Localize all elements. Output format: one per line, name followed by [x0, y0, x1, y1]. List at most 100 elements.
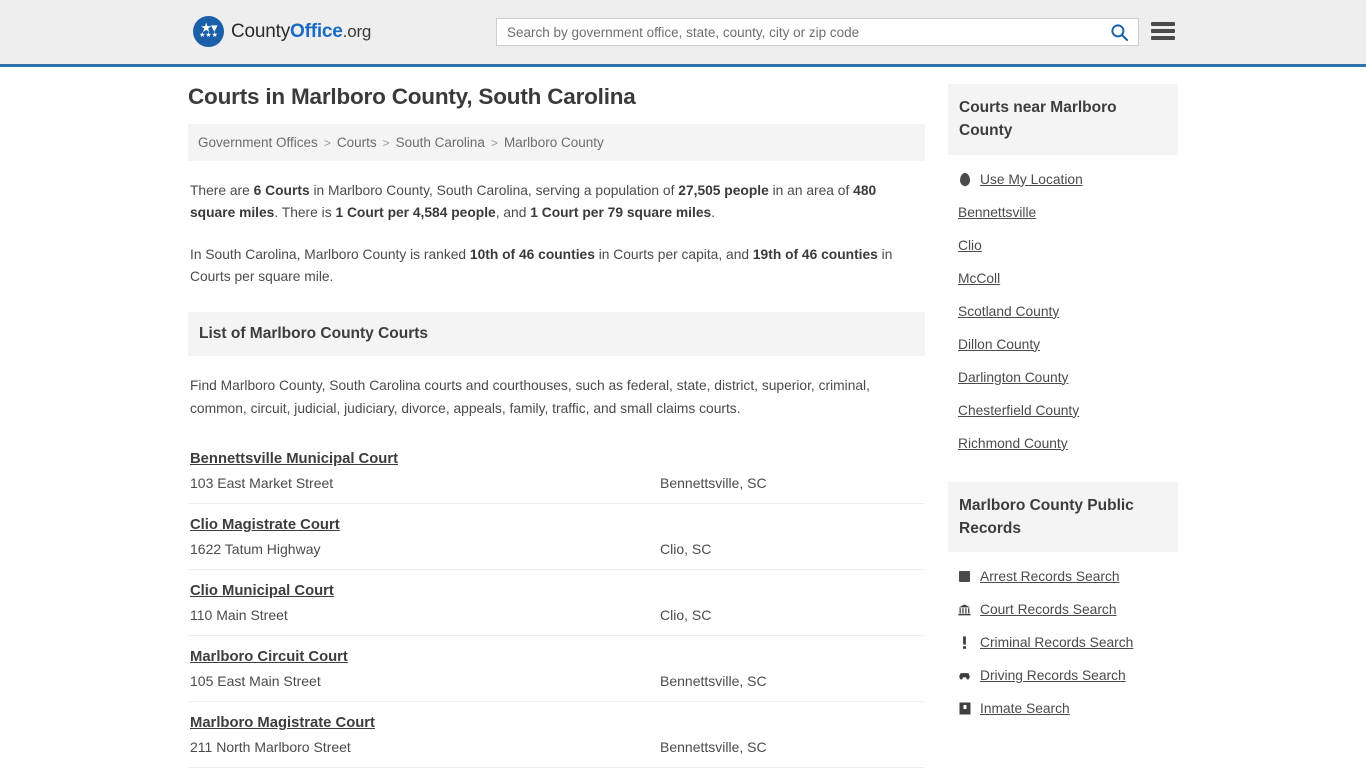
brand-part-org: .org	[342, 21, 372, 41]
sidebar-item-mccoll[interactable]: McColl	[950, 262, 1176, 295]
nearby-item-label: Use My Location	[980, 171, 1083, 187]
nearby-item-label: McColl	[958, 270, 1001, 286]
court-city: Bennettsville, SC	[660, 475, 767, 492]
public-record-label: Arrest Records Search	[980, 569, 1120, 584]
intro-text-block: There are 6 Courts in Marlboro County, S…	[188, 180, 925, 288]
public-record-label: Driving Records Search	[980, 668, 1126, 683]
court-meta: 110 Main Street Clio, SC	[190, 607, 923, 623]
public-records-panel: Marlboro County Public Records Arrest Re…	[948, 481, 1178, 726]
search-input[interactable]	[497, 19, 1100, 45]
breadcrumb-item-south-carolina[interactable]: South Carolina	[396, 135, 485, 150]
brand-part-county: County	[231, 20, 291, 42]
eagle-logo-icon: ★▾ ★★★	[193, 16, 224, 47]
sidebar-item-chesterfield-county[interactable]: Chesterfield County	[950, 394, 1176, 427]
page-body: Courts in Marlboro County, South Carolin…	[0, 67, 1366, 768]
court-address: 110 Main Street	[190, 607, 288, 624]
car-icon	[958, 670, 971, 681]
intro-frag: .	[711, 205, 716, 221]
breadcrumb: Government Offices > Courts > South Carolina…	[188, 124, 925, 161]
intro-frag: . There is	[274, 205, 336, 221]
main-column: Courts in Marlboro County, South Carolin…	[188, 84, 925, 768]
site-header: ★▾ ★★★ CountyOffice.org	[0, 0, 1366, 67]
page-title: Courts in Marlboro County, South Carolin…	[188, 84, 636, 109]
court-name-link[interactable]: Clio Municipal Court	[190, 583, 334, 599]
court-records-search-link[interactable]: Court Records Search	[950, 593, 1176, 626]
sidebar-item-scotland-county[interactable]: Scotland County	[950, 295, 1176, 328]
breadcrumb-item-courts[interactable]: Courts	[337, 135, 377, 150]
nearby-item-label: Clio	[958, 237, 982, 253]
court-meta: 211 North Marlboro Street Bennettsville,…	[190, 739, 923, 755]
nearby-item-label: Bennettsville	[958, 204, 1037, 220]
intro-frag: In South Carolina, Marlboro County is ra…	[190, 246, 470, 262]
intro-frag: in Marlboro County, South Carolina, serv…	[309, 183, 679, 198]
sidebar-item-bennettsville[interactable]: Bennettsville	[950, 196, 1176, 229]
search-icon	[1110, 23, 1128, 41]
court-city: Bennettsville, SC	[660, 673, 767, 690]
public-record-label: Court Records Search	[980, 602, 1117, 617]
table-row: Marlboro Magistrate Court 211 North Marl…	[188, 702, 925, 768]
court-address: 105 East Main Street	[190, 673, 321, 690]
breadcrumb-separator-icon: >	[490, 136, 498, 150]
court-list: Bennettsville Municipal Court 103 East M…	[188, 438, 925, 768]
stat-court-count: 6 Courts	[253, 183, 310, 198]
list-section-heading: List of Marlboro County Courts	[188, 312, 925, 357]
hamburger-bar-1	[1151, 22, 1175, 26]
sidebar-item-darlington-county[interactable]: Darlington County	[950, 361, 1176, 394]
use-my-location-link[interactable]: Use My Location	[950, 163, 1176, 196]
court-name-link[interactable]: Bennettsville Municipal Court	[190, 451, 398, 467]
breadcrumb-item-government-offices[interactable]: Government Offices	[198, 135, 318, 150]
stat-per-capita: 1 Court per 4,584 people	[335, 205, 496, 221]
table-row: Clio Magistrate Court 1622 Tatum Highway…	[188, 504, 925, 571]
court-meta: 103 East Market Street Bennettsville, SC	[190, 475, 923, 491]
search-bar	[496, 18, 1139, 46]
table-row: Bennettsville Municipal Court 103 East M…	[188, 438, 925, 505]
stat-per-sq-mile: 1 Court per 79 square miles	[530, 205, 712, 221]
breadcrumb-separator-icon: >	[382, 136, 390, 150]
nearby-item-label: Darlington County	[958, 369, 1069, 385]
brand-wordmark: CountyOffice.org	[231, 21, 371, 43]
court-city: Clio, SC	[660, 607, 712, 624]
content-container: Courts in Marlboro County, South Carolin…	[188, 84, 1178, 768]
intro-paragraph-ranking: In South Carolina, Marlboro County is ra…	[190, 244, 923, 289]
table-row: Marlboro Circuit Court 105 East Main Str…	[188, 636, 925, 703]
intro-frag: in Courts per capita, and	[594, 246, 753, 262]
inmate-icon	[958, 702, 971, 715]
court-address: 211 North Marlboro Street	[190, 739, 351, 756]
court-name-link[interactable]: Clio Magistrate Court	[190, 517, 340, 533]
map-pin-icon	[958, 172, 971, 187]
intro-frag: in an area of	[768, 183, 854, 198]
arrest-records-search-link[interactable]: Arrest Records Search	[950, 560, 1176, 593]
court-meta: 1622 Tatum Highway Clio, SC	[190, 541, 923, 557]
inmate-search-link[interactable]: Inmate Search	[950, 692, 1176, 725]
intro-frag: , and	[495, 205, 531, 221]
nearby-courts-panel: Courts near Marlboro County Use My Locat…	[948, 84, 1178, 460]
public-record-label: Inmate Search	[980, 701, 1070, 716]
court-meta: 105 East Main Street Bennettsville, SC	[190, 673, 923, 689]
sidebar: Courts near Marlboro County Use My Locat…	[948, 84, 1178, 768]
search-button[interactable]	[1100, 19, 1138, 45]
site-logo[interactable]: ★▾ ★★★ CountyOffice.org	[193, 16, 371, 47]
nearby-item-label: Scotland County	[958, 303, 1060, 319]
public-records-title: Marlboro County Public Records	[948, 481, 1178, 552]
sidebar-item-richmond-county[interactable]: Richmond County	[950, 427, 1176, 460]
intro-frag: There are	[190, 183, 254, 198]
public-record-label: Criminal Records Search	[980, 635, 1134, 650]
nearby-courts-title: Courts near Marlboro County	[948, 84, 1178, 155]
nearby-item-label: Chesterfield County	[958, 402, 1080, 418]
sidebar-item-dillon-county[interactable]: Dillon County	[950, 328, 1176, 361]
eagle-wings-glyph: ★▾	[200, 19, 217, 35]
court-name-link[interactable]: Marlboro Circuit Court	[190, 649, 348, 665]
driving-records-search-link[interactable]: Driving Records Search	[950, 659, 1176, 692]
hamburger-menu-button[interactable]	[1151, 20, 1175, 42]
court-name-link[interactable]: Marlboro Magistrate Court	[190, 715, 375, 731]
court-address: 103 East Market Street	[190, 475, 334, 492]
sidebar-item-clio[interactable]: Clio	[950, 229, 1176, 262]
stat-population: 27,505 people	[678, 183, 769, 198]
criminal-records-search-link[interactable]: Criminal Records Search	[950, 626, 1176, 659]
hamburger-bar-2	[1151, 29, 1175, 33]
nearby-item-label: Richmond County	[958, 435, 1068, 451]
intro-paragraph-stats: There are 6 Courts in Marlboro County, S…	[190, 180, 923, 225]
stat-rank-per-capita: 10th of 46 counties	[469, 246, 595, 262]
public-records-list: Arrest Records Search Court Records Sear…	[948, 552, 1178, 725]
court-address: 1622 Tatum Highway	[190, 541, 321, 558]
